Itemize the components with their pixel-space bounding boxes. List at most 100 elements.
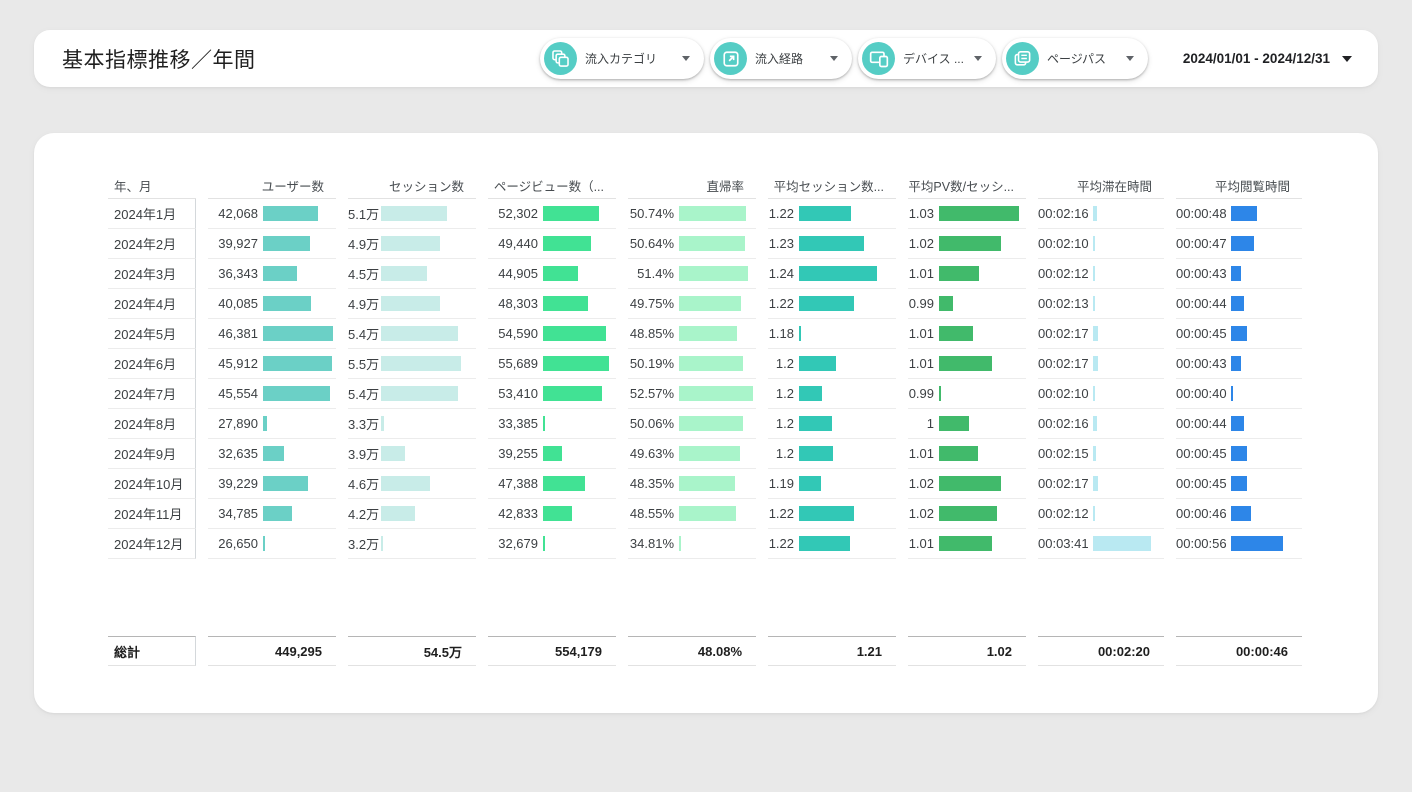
metric-value: 00:02:13: [1038, 296, 1088, 311]
metric-bar: [799, 206, 851, 221]
metric-bar: [263, 536, 265, 551]
metric-bar: [679, 506, 736, 521]
metric-value: 00:03:41: [1038, 536, 1088, 551]
metric-cell: 4.9万: [348, 229, 476, 259]
metric-cell: 46,381: [208, 319, 336, 349]
metric-bar: [1231, 266, 1241, 281]
metric-cell: 3.9万: [348, 439, 476, 469]
metric-bar: [799, 446, 833, 461]
metric-cell: 45,554: [208, 379, 336, 409]
metric-value: 4.9万: [348, 234, 376, 253]
metric-bar: [939, 386, 941, 401]
column-header-6[interactable]: 平均PV数/セッシ...: [908, 172, 1026, 199]
metric-value: 26,650: [208, 536, 258, 551]
metric-value: 39,229: [208, 476, 258, 491]
metric-bar: [679, 266, 748, 281]
metric-bar: [679, 476, 735, 491]
metric-bar: [799, 236, 864, 251]
metric-cell: 0.99: [908, 379, 1026, 409]
metric-bar: [263, 356, 332, 371]
metric-cell: 1.01: [908, 349, 1026, 379]
metric-cell: 1.18: [768, 319, 896, 349]
metric-bar: [1093, 266, 1095, 281]
metric-bar: [543, 536, 545, 551]
metric-bar: [939, 206, 1019, 221]
metric-value: 50.64%: [628, 236, 674, 251]
metric-value: 4.5万: [348, 264, 376, 283]
metric-cell: 00:02:10: [1038, 229, 1164, 259]
metric-cell: 32,635: [208, 439, 336, 469]
metric-value: 00:00:47: [1176, 236, 1226, 251]
metric-bar: [939, 326, 973, 341]
metric-bar: [679, 386, 753, 401]
metric-bar: [1093, 476, 1098, 491]
metric-value: 39,927: [208, 236, 258, 251]
metric-cell: 1.19: [768, 469, 896, 499]
metric-value: 00:00:44: [1176, 296, 1226, 311]
metric-cell: 49,440: [488, 229, 616, 259]
metric-value: 0.99: [908, 296, 934, 311]
metric-value: 00:00:46: [1176, 506, 1226, 521]
filter-chip-device[interactable]: デバイス ...: [858, 38, 996, 79]
metric-cell: 47,388: [488, 469, 616, 499]
column-header-4[interactable]: 直帰率: [628, 172, 756, 199]
filter-chip-label: デバイス ...: [903, 50, 964, 67]
metric-value: 00:00:43: [1176, 266, 1226, 281]
metric-bar: [1231, 296, 1244, 311]
metric-bar: [939, 266, 979, 281]
metric-value: 00:00:45: [1176, 446, 1226, 461]
metric-value: 48,303: [488, 296, 538, 311]
metric-value: 00:02:10: [1038, 236, 1088, 251]
layers-icon: [544, 42, 577, 75]
totals-value: 00:00:46: [1176, 636, 1302, 666]
metric-cell: 44,905: [488, 259, 616, 289]
filter-chip-page-path[interactable]: ページパス: [1002, 38, 1148, 79]
column-header-7[interactable]: 平均滞在時間: [1038, 172, 1164, 199]
metric-bar: [543, 446, 562, 461]
metric-bar: [939, 446, 978, 461]
date-range-control[interactable]: 2024/01/01 - 2024/12/31: [1183, 30, 1352, 87]
chevron-down-icon: [1342, 56, 1352, 62]
metric-value: 1.02: [908, 506, 934, 521]
column-header-2[interactable]: セッション数: [348, 172, 476, 199]
metric-value: 00:02:17: [1038, 326, 1088, 341]
metrics-table: 年、月ユーザー数セッション数ページビュー数（... 直帰率平均セッション数... 平…: [108, 172, 1302, 666]
metric-cell: 1.2: [768, 439, 896, 469]
month-cell: 2024年12月: [108, 529, 196, 559]
metric-value: 54,590: [488, 326, 538, 341]
metric-bar: [381, 266, 427, 281]
metric-cell: 00:00:45: [1176, 469, 1302, 499]
column-header-1[interactable]: ユーザー数: [208, 172, 336, 199]
metric-cell: 1.2: [768, 349, 896, 379]
metric-bar: [799, 266, 877, 281]
column-header-0[interactable]: 年、月: [108, 172, 196, 199]
metric-bar: [1093, 386, 1095, 401]
metric-value: 49,440: [488, 236, 538, 251]
filter-chip-inflow-category[interactable]: 流入カテゴリ: [540, 38, 704, 79]
metric-value: 27,890: [208, 416, 258, 431]
metric-value: 00:00:43: [1176, 356, 1226, 371]
metric-cell: 00:00:44: [1176, 289, 1302, 319]
date-range-text: 2024/01/01 - 2024/12/31: [1183, 51, 1330, 66]
month-cell: 2024年2月: [108, 229, 196, 259]
metric-bar: [263, 326, 333, 341]
column-header-3[interactable]: ページビュー数（...: [488, 172, 616, 199]
metric-value: 1.01: [908, 326, 934, 341]
metric-cell: 50.19%: [628, 349, 756, 379]
metric-value: 1.03: [908, 206, 934, 221]
column-header-5[interactable]: 平均セッション数...: [768, 172, 896, 199]
filter-chip-inflow-channel[interactable]: 流入経路: [710, 38, 852, 79]
metric-bar: [381, 506, 415, 521]
metric-bar: [543, 296, 588, 311]
column-header-8[interactable]: 平均閲覧時間: [1176, 172, 1302, 199]
metric-cell: 00:02:16: [1038, 199, 1164, 229]
metric-value: 40,085: [208, 296, 258, 311]
metric-value: 00:02:16: [1038, 416, 1088, 431]
metric-value: 1.01: [908, 446, 934, 461]
metric-value: 1.2: [768, 356, 794, 371]
metric-cell: 50.06%: [628, 409, 756, 439]
metric-value: 5.4万: [348, 324, 376, 343]
metric-value: 55,689: [488, 356, 538, 371]
metric-cell: 1.01: [908, 439, 1026, 469]
metric-value: 4.2万: [348, 504, 376, 523]
